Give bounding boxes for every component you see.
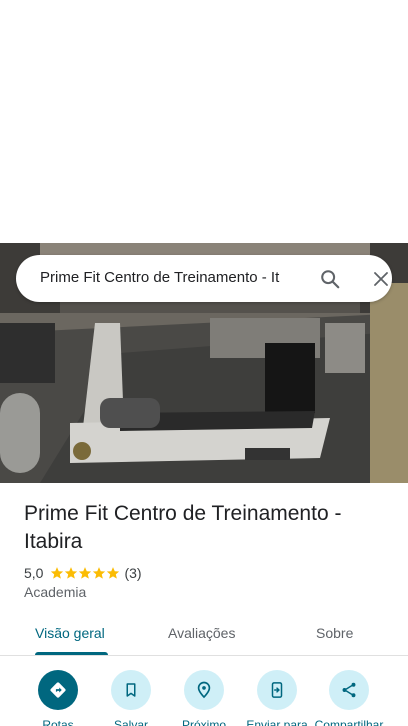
place-tabs: Visão geral Avaliações Sobre [0, 612, 408, 656]
directions-icon [50, 682, 66, 698]
search-bar[interactable]: Prime Fit Centro de Treinamento - It [16, 255, 392, 302]
active-tab-indicator [35, 652, 108, 655]
search-icon[interactable] [314, 263, 346, 295]
tab-overview[interactable]: Visão geral [35, 624, 105, 642]
send-to-phone-button[interactable]: Enviar para [239, 670, 315, 726]
share-icon [342, 682, 356, 698]
star-icon [79, 567, 92, 579]
share-label: Compartilhar [314, 718, 384, 726]
rating-row[interactable]: 5,0 (3) [24, 564, 142, 582]
nearby-button[interactable]: Próximo [166, 670, 242, 726]
bookmark-icon [126, 683, 136, 697]
star-icon [107, 567, 120, 579]
search-input[interactable]: Prime Fit Centro de Treinamento - It [40, 269, 302, 287]
rating-value: 5,0 [24, 565, 44, 581]
send-to-phone-icon [271, 682, 283, 698]
save-label: Salvar [113, 718, 148, 726]
place-title: Prime Fit Centro de Treinamento - Itabir… [24, 502, 342, 553]
star-icon [51, 567, 64, 579]
send-to-phone-label: Enviar para [246, 718, 308, 726]
share-button[interactable]: Compartilhar [311, 670, 387, 726]
star-rating [50, 566, 120, 580]
tab-reviews[interactable]: Avaliações [168, 624, 235, 642]
action-buttons: Rotas Salvar Próximo Enviar para Compart… [0, 662, 408, 726]
review-count[interactable]: (3) [124, 565, 141, 581]
nearby-label: Próximo [181, 718, 226, 726]
nearby-icon [197, 681, 211, 699]
star-icon [65, 567, 78, 579]
tab-about[interactable]: Sobre [316, 624, 353, 642]
directions-label: Rotas [42, 718, 74, 726]
directions-button[interactable]: Rotas [20, 670, 96, 726]
close-icon[interactable] [365, 263, 397, 295]
map-area[interactable] [0, 0, 408, 243]
star-icon [93, 567, 106, 579]
place-category[interactable]: Academia [24, 584, 86, 600]
save-button[interactable]: Salvar [93, 670, 169, 726]
